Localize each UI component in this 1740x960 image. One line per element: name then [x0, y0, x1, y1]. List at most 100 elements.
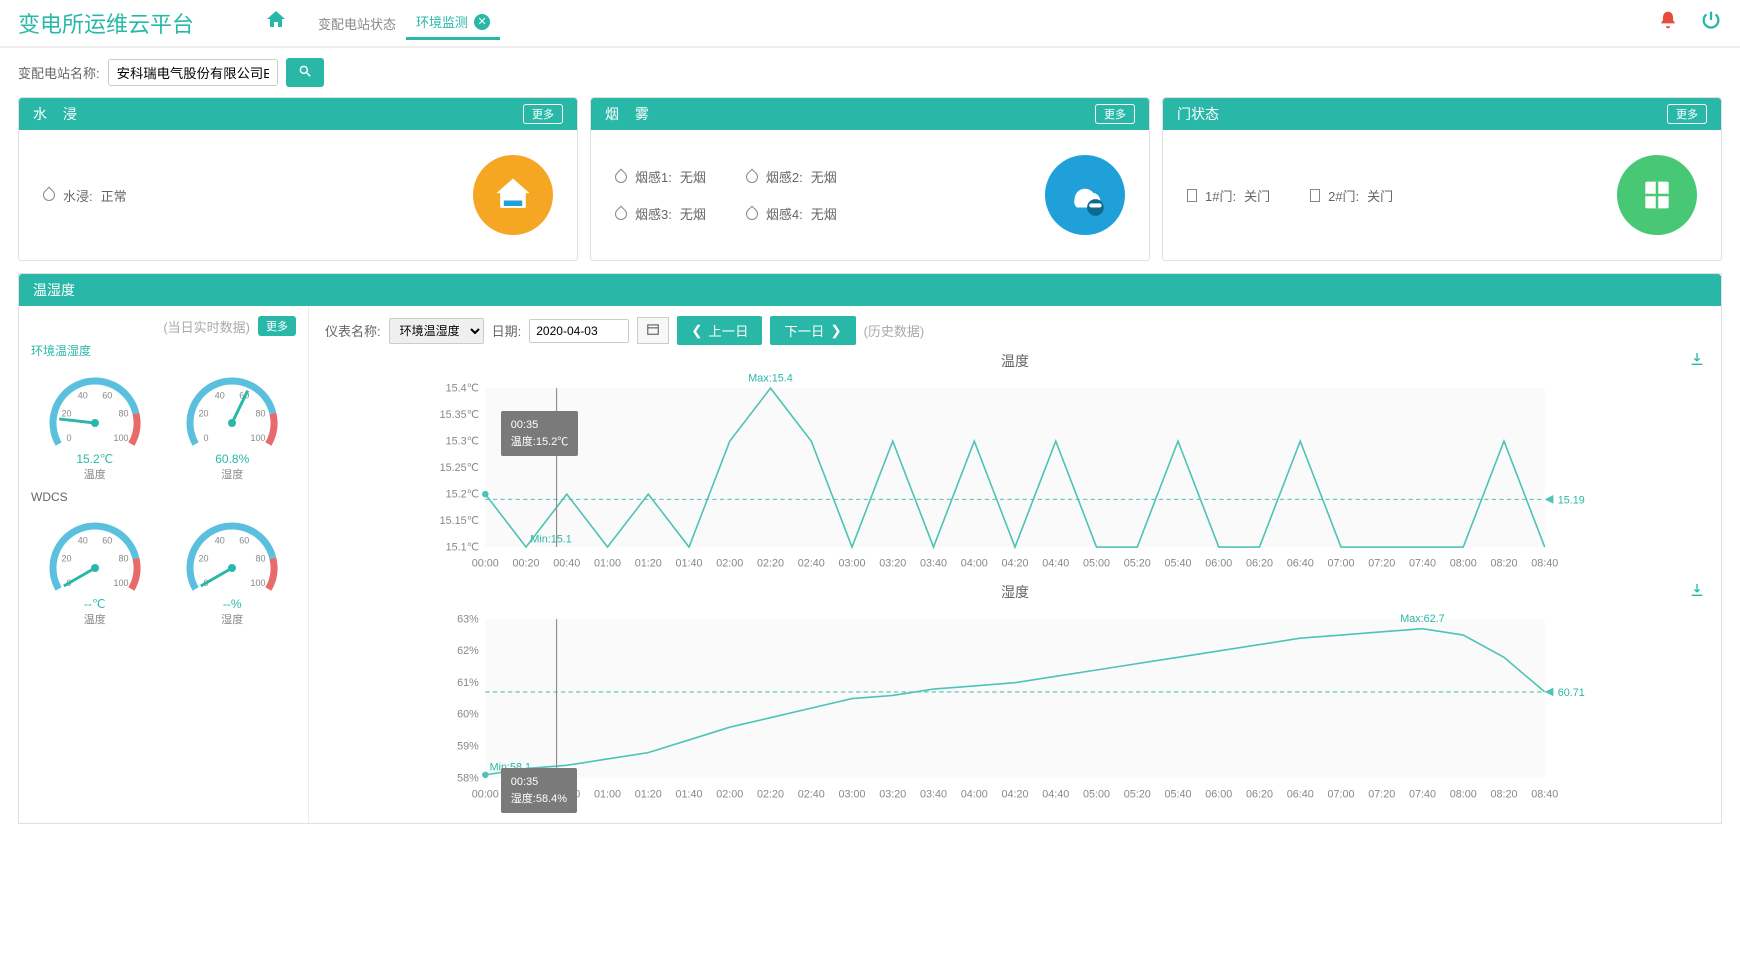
download-icon[interactable] — [1689, 582, 1705, 601]
svg-text:07:00: 07:00 — [1327, 558, 1354, 570]
chevron-left-icon: ❮ — [691, 323, 702, 339]
chart-tooltip: 00:35湿度:58.4% — [501, 768, 577, 813]
panel-title: 烟 雾 — [605, 104, 655, 124]
svg-text:100: 100 — [113, 433, 128, 443]
bell-icon[interactable] — [1658, 10, 1678, 36]
panel-title: 门状态 — [1177, 104, 1219, 124]
svg-text:15.25℃: 15.25℃ — [440, 462, 479, 474]
realtime-hint: (当日实时数据) — [163, 317, 250, 336]
gauge-value: 15.2℃ — [31, 452, 159, 466]
download-icon[interactable] — [1689, 351, 1705, 370]
status-item: 2#门:关门 — [1310, 186, 1393, 205]
more-button[interactable]: 更多 — [258, 316, 296, 336]
gauge-value: --% — [169, 597, 297, 611]
svg-text:15.15℃: 15.15℃ — [440, 515, 479, 527]
svg-text:07:40: 07:40 — [1409, 558, 1436, 570]
status-value: 无烟 — [811, 167, 837, 186]
home-icon[interactable] — [264, 8, 288, 38]
svg-text:15.4℃: 15.4℃ — [446, 382, 479, 394]
status-item: 烟感3: 无烟 — [615, 204, 706, 223]
chart-0: 温度 15.1℃15.15℃15.2℃15.25℃15.3℃15.35℃15.4… — [325, 351, 1705, 576]
calendar-icon[interactable] — [637, 317, 669, 344]
smoke-cloud-icon — [1045, 155, 1125, 235]
svg-text:03:40: 03:40 — [920, 558, 947, 570]
status-item: 烟感4: 无烟 — [746, 204, 837, 223]
more-button[interactable]: 更多 — [1667, 104, 1707, 124]
more-button[interactable]: 更多 — [1095, 104, 1135, 124]
svg-text:61%: 61% — [457, 677, 479, 689]
svg-text:Max:62.7: Max:62.7 — [1400, 613, 1444, 625]
status-label: 烟感3: — [635, 204, 672, 223]
svg-text:05:40: 05:40 — [1164, 789, 1191, 801]
svg-text:0: 0 — [204, 433, 209, 443]
status-label: 烟感4: — [766, 204, 803, 223]
svg-text:15.1℃: 15.1℃ — [446, 541, 479, 553]
meter-select[interactable]: 环境温湿度 — [389, 318, 484, 344]
svg-text:08:00: 08:00 — [1450, 558, 1477, 570]
svg-text:01:40: 01:40 — [675, 558, 702, 570]
svg-text:20: 20 — [61, 554, 71, 564]
status-value: 无烟 — [811, 204, 837, 223]
svg-text:40: 40 — [215, 391, 225, 401]
next-day-button[interactable]: 下一日❯ — [770, 316, 855, 345]
app-title: 变电所运维云平台 — [18, 7, 194, 39]
svg-text:03:20: 03:20 — [879, 558, 906, 570]
svg-text:20: 20 — [61, 409, 71, 419]
svg-text:62%: 62% — [457, 645, 479, 657]
status-label: 烟感2: — [766, 167, 803, 186]
svg-text:02:00: 02:00 — [716, 789, 743, 801]
svg-text:05:00: 05:00 — [1083, 789, 1110, 801]
panel-door: 门状态 更多 1#门: 关门 2#门:关门 — [1162, 97, 1722, 261]
search-button[interactable] — [286, 58, 324, 87]
power-icon[interactable] — [1700, 9, 1722, 37]
status-item: 水浸: 正常 — [43, 186, 127, 205]
status-label: 水浸: — [63, 186, 93, 205]
line-chart-svg[interactable]: 15.1℃15.15℃15.2℃15.25℃15.3℃15.35℃15.4℃00… — [325, 373, 1705, 573]
history-hint: (历史数据) — [864, 321, 925, 340]
status-value: 关门 — [1244, 186, 1270, 205]
svg-text:02:20: 02:20 — [757, 558, 784, 570]
svg-text:15.35℃: 15.35℃ — [440, 409, 479, 421]
btn-label: 下一日 — [784, 321, 824, 340]
svg-text:20: 20 — [199, 409, 209, 419]
svg-text:60: 60 — [102, 536, 112, 546]
date-input[interactable] — [529, 319, 629, 343]
gauge: 020406080100 --℃ 温度 — [31, 508, 159, 627]
tab-label: 变配电站状态 — [318, 14, 396, 33]
svg-text:20: 20 — [199, 554, 209, 564]
svg-text:05:20: 05:20 — [1124, 558, 1151, 570]
gauge-label: 湿度 — [169, 611, 297, 627]
gauge-value: 60.8% — [169, 452, 297, 466]
svg-text:06:20: 06:20 — [1246, 789, 1273, 801]
svg-text:00:20: 00:20 — [513, 558, 540, 570]
gauge-label: 温度 — [31, 466, 159, 482]
panel-smoke: 烟 雾 更多 烟感1:无烟 烟感2:无烟 烟感3:无烟 烟感4:无烟 — [590, 97, 1150, 261]
svg-text:01:00: 01:00 — [594, 789, 621, 801]
more-button[interactable]: 更多 — [523, 104, 563, 124]
svg-text:01:40: 01:40 — [675, 789, 702, 801]
svg-text:04:40: 04:40 — [1042, 789, 1069, 801]
status-item: 1#门: 关门 — [1187, 186, 1270, 205]
station-name-input[interactable] — [108, 59, 278, 86]
svg-text:02:20: 02:20 — [757, 789, 784, 801]
status-value: 正常 — [101, 186, 127, 205]
realtime-gauges: (当日实时数据) 更多 环境温湿度 020406080100 15.2℃ 温度 … — [19, 306, 309, 823]
prev-day-button[interactable]: ❮上一日 — [677, 316, 762, 345]
svg-text:08:00: 08:00 — [1450, 789, 1477, 801]
tab-environment-monitor[interactable]: 环境监测 ✕ — [406, 6, 500, 40]
status-value: 无烟 — [680, 204, 706, 223]
svg-text:06:00: 06:00 — [1205, 789, 1232, 801]
panel-temperature-humidity: 温湿度 (当日实时数据) 更多 环境温湿度 020406080100 15.2℃… — [18, 273, 1722, 824]
status-label: 1#门: — [1205, 186, 1236, 205]
svg-text:04:00: 04:00 — [961, 789, 988, 801]
svg-text:0: 0 — [66, 433, 71, 443]
gauge-label: 湿度 — [169, 466, 297, 482]
gauge-value: --℃ — [31, 597, 159, 611]
topbar: 变电所运维云平台 变配电站状态 环境监测 ✕ — [0, 0, 1740, 48]
svg-text:07:40: 07:40 — [1409, 789, 1436, 801]
panel-title: 水 浸 — [33, 104, 83, 124]
svg-text:03:40: 03:40 — [920, 789, 947, 801]
svg-text:100: 100 — [113, 578, 128, 588]
close-icon[interactable]: ✕ — [474, 14, 490, 30]
tab-station-status[interactable]: 变配电站状态 — [308, 8, 406, 39]
